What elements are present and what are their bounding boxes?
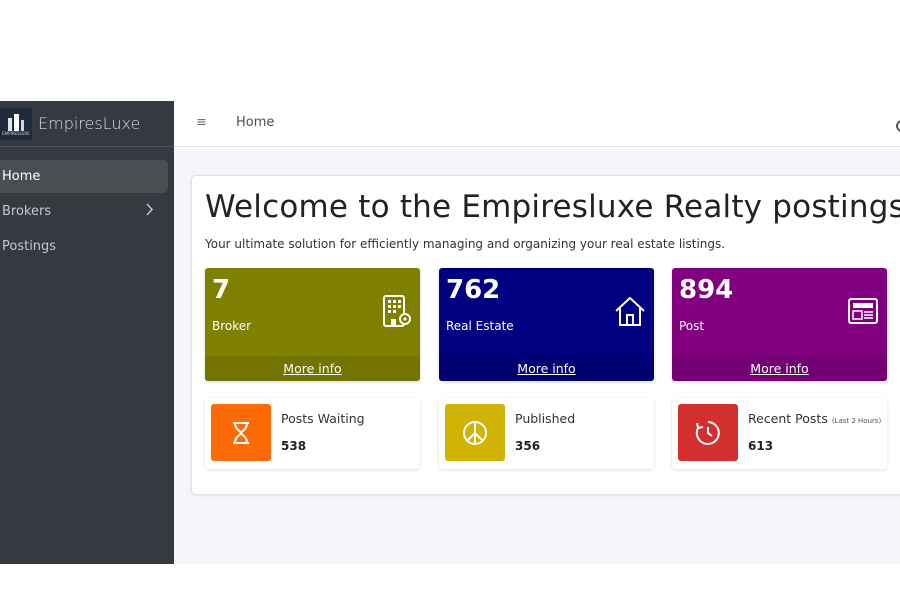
- page-bottom: [0, 564, 900, 600]
- info-label: Posts Waiting: [281, 411, 365, 426]
- stat-value: 894: [679, 275, 734, 305]
- more-info-link[interactable]: More info: [672, 356, 887, 381]
- stat-box-broker: 7 Broker More info: [205, 268, 420, 381]
- info-label: Published: [515, 411, 576, 426]
- user-icon[interactable]: [896, 120, 900, 132]
- stat-value: 7: [212, 275, 231, 305]
- chevron-right-icon: [145, 203, 154, 220]
- info-label: Recent Posts (Last 2 Hours): [748, 411, 881, 426]
- page-tagline: Your ultimate solution for efficiently m…: [205, 237, 726, 251]
- welcome-card: Welcome to the Empiresluxe Realty postin…: [191, 175, 900, 495]
- breadcrumb[interactable]: Home: [236, 115, 274, 130]
- stat-label: Real Estate: [446, 319, 514, 333]
- sidebar-item-postings[interactable]: Postings: [0, 230, 168, 263]
- info-value: 538: [281, 439, 307, 453]
- main-content: Welcome to the Empiresluxe Realty postin…: [174, 148, 900, 564]
- sidebar: EMPIRESLUXE EmpiresLuxe Home Brokers Pos…: [0, 101, 174, 564]
- stat-label: Post: [679, 319, 705, 333]
- hourglass-icon: [211, 404, 271, 461]
- sidebar-item-brokers[interactable]: Brokers: [0, 195, 168, 228]
- brand[interactable]: EMPIRESLUXE EmpiresLuxe: [0, 101, 174, 147]
- page-title: Welcome to the Empiresluxe Realty postin…: [205, 189, 900, 225]
- stat-label: Broker: [212, 319, 252, 333]
- info-box-recent-posts: Recent Posts (Last 2 Hours) 613: [672, 398, 887, 469]
- info-label-text: Recent Posts: [748, 411, 828, 426]
- sidebar-item-label: Brokers: [2, 204, 52, 219]
- info-box-published: Published 356: [439, 398, 654, 469]
- brand-logo: EMPIRESLUXE: [0, 107, 32, 140]
- top-navbar: ≡ Home: [174, 101, 900, 147]
- sidebar-item-home[interactable]: Home: [0, 160, 168, 193]
- info-label-sub: (Last 2 Hours): [831, 417, 882, 425]
- brand-logo-text: EMPIRESLUXE: [2, 130, 30, 136]
- info-value: 356: [515, 439, 541, 453]
- more-info-link[interactable]: More info: [439, 356, 654, 381]
- newspaper-icon: [846, 294, 880, 328]
- menu-toggle-icon[interactable]: ≡: [196, 115, 207, 130]
- sidebar-item-label: Home: [2, 169, 41, 184]
- clock-icon: [678, 404, 738, 461]
- sidebar-nav: Home Brokers Postings: [0, 147, 174, 263]
- more-info-link[interactable]: More info: [205, 356, 420, 381]
- stat-value: 762: [446, 275, 501, 305]
- app-window: EMPIRESLUXE EmpiresLuxe Home Brokers Pos…: [0, 101, 900, 564]
- stat-box-real-estate: 762 Real Estate More info: [439, 268, 654, 381]
- building-gear-icon: [379, 294, 413, 328]
- peace-icon: [445, 404, 505, 461]
- sidebar-item-label: Postings: [2, 239, 57, 254]
- info-value: 613: [748, 439, 774, 453]
- house-icon: [613, 294, 647, 328]
- brand-name: EmpiresLuxe: [38, 114, 141, 133]
- stat-box-post: 894 Post More info: [672, 268, 887, 381]
- info-box-posts-waiting: Posts Waiting 538: [205, 398, 420, 469]
